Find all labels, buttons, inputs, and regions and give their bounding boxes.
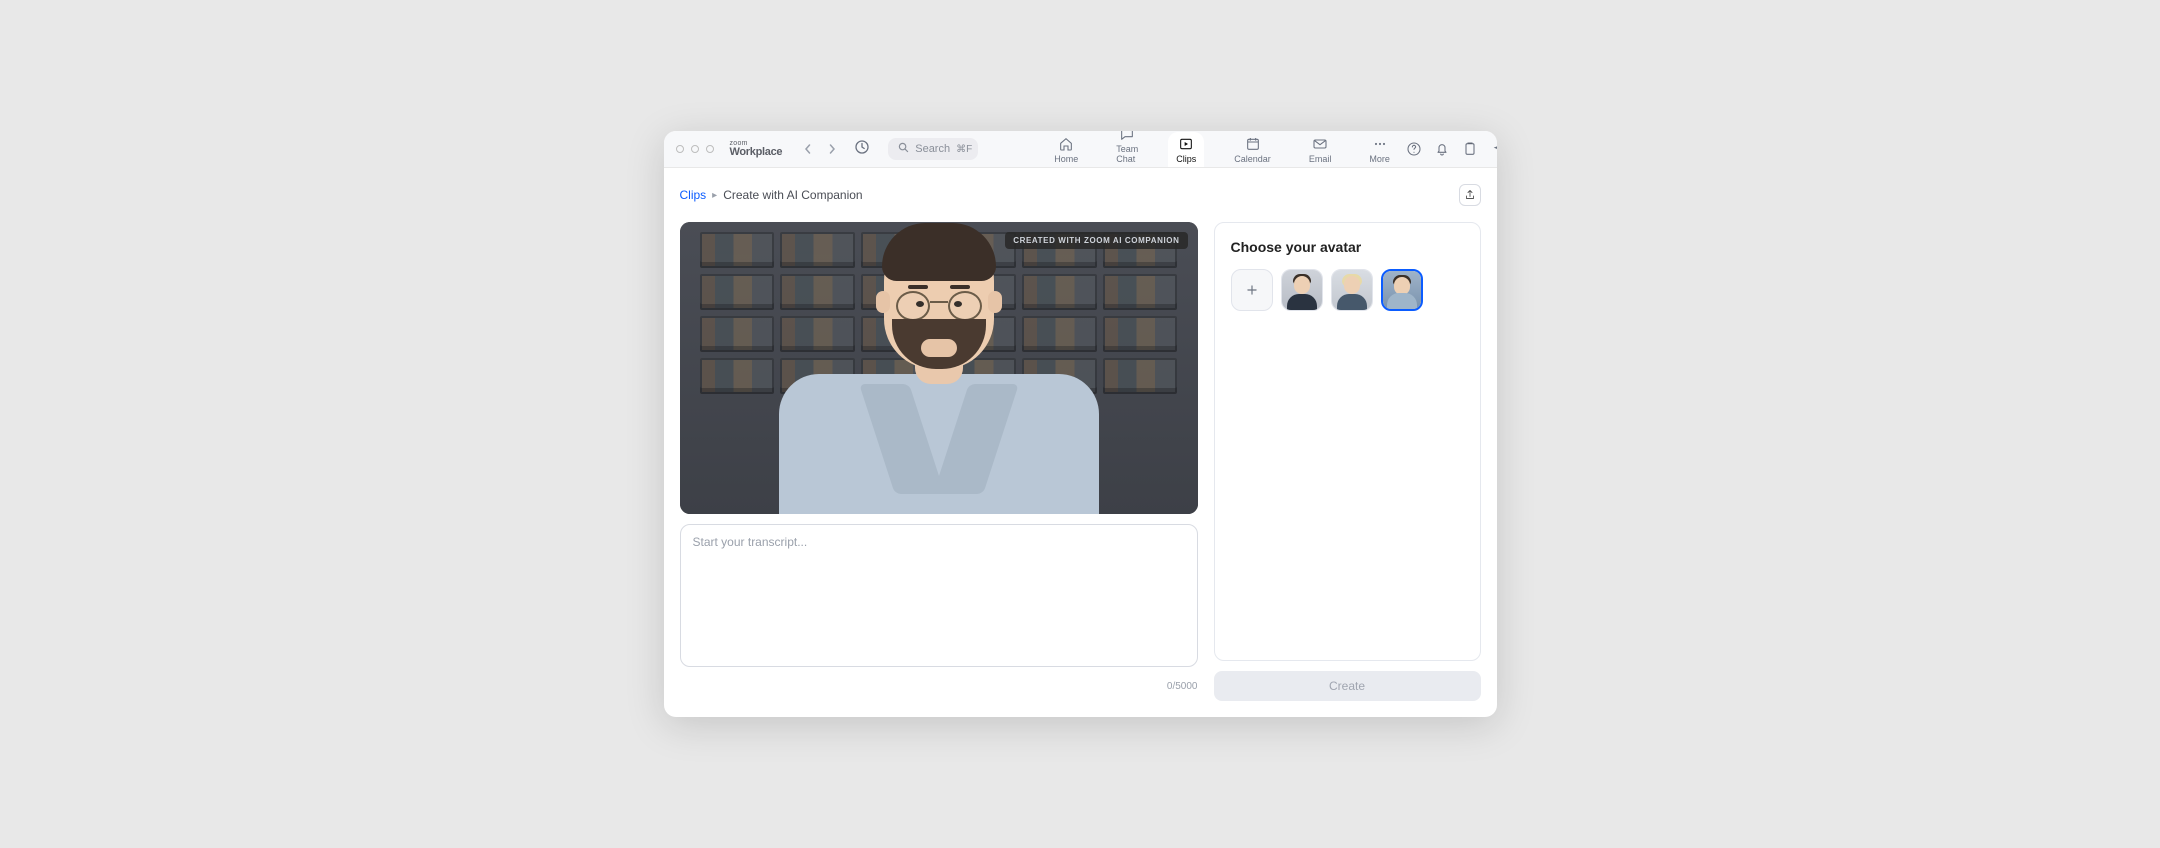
avatar-ear [988, 291, 1002, 313]
nav-label: Clips [1176, 154, 1196, 164]
search-shortcut: ⌘F [956, 144, 972, 155]
sparkle-icon [1490, 141, 1497, 157]
clipboard-button[interactable] [1462, 141, 1478, 157]
avatar-head [884, 229, 994, 369]
nav-arrows [800, 141, 840, 157]
search-placeholder: Search [915, 143, 950, 155]
history-button[interactable] [854, 139, 870, 160]
avatar-hair [882, 223, 996, 281]
avatar-thumb [1383, 271, 1421, 309]
preview-scene [680, 222, 1198, 514]
transcript-char-count: 0/5000 [680, 681, 1198, 692]
avatar-brow [908, 285, 928, 289]
breadcrumb-current: Create with AI Companion [723, 188, 862, 202]
avatar-grid [1231, 269, 1464, 311]
avatar-torso [779, 374, 1099, 514]
share-icon [1464, 189, 1476, 201]
titlebar: zoom Workplace Search ⌘F Home [664, 131, 1497, 168]
share-button[interactable] [1459, 184, 1481, 206]
nav-tab-calendar[interactable]: Calendar [1226, 132, 1279, 167]
traffic-close[interactable] [676, 145, 684, 153]
nav-tab-team-chat[interactable]: 5 Team Chat [1108, 131, 1146, 167]
create-button-label: Create [1329, 679, 1365, 693]
avatar-ear [876, 291, 890, 313]
chat-icon [1119, 131, 1135, 142]
nav-label: Team Chat [1116, 144, 1138, 164]
notifications-button[interactable] [1434, 141, 1450, 157]
search-icon [898, 140, 909, 158]
traffic-minimize[interactable] [691, 145, 699, 153]
home-icon [1058, 136, 1074, 152]
avatar-glasses [896, 291, 982, 321]
plus-icon [1245, 283, 1259, 297]
more-icon [1372, 136, 1388, 152]
nav-tab-home[interactable]: Home [1046, 132, 1086, 167]
nav-tab-email[interactable]: Email [1301, 132, 1340, 167]
email-icon [1312, 136, 1328, 152]
avatar-thumb [1282, 270, 1322, 310]
avatar-panel-title: Choose your avatar [1231, 239, 1464, 255]
ai-companion-button[interactable] [1490, 141, 1497, 157]
traffic-maximize[interactable] [706, 145, 714, 153]
brand-logo: zoom Workplace [730, 140, 783, 158]
chevron-left-icon [803, 144, 813, 154]
breadcrumb-clips-link[interactable]: Clips [680, 188, 707, 202]
nav-forward-button[interactable] [824, 141, 840, 157]
avatar-option-1[interactable] [1281, 269, 1323, 311]
create-button[interactable]: Create [1214, 671, 1481, 701]
breadcrumb: Clips ▸ Create with AI Companion [680, 184, 1481, 206]
nav-tab-more[interactable]: More [1361, 132, 1398, 167]
avatar-option-2[interactable] [1331, 269, 1373, 311]
add-avatar-button[interactable] [1231, 269, 1273, 311]
window-controls [676, 145, 714, 153]
breadcrumb-separator: ▸ [712, 190, 717, 201]
avatar-option-3[interactable] [1381, 269, 1423, 311]
calendar-icon [1245, 136, 1261, 152]
right-column: Choose your avatar [1214, 222, 1481, 701]
help-button[interactable] [1406, 141, 1422, 157]
history-icon [854, 139, 870, 155]
nav-label: Home [1054, 154, 1078, 164]
search-box[interactable]: Search ⌘F [888, 138, 978, 160]
titlebar-right [1406, 139, 1497, 159]
avatar-preview: CREATED WITH ZOOM AI COMPANION [680, 222, 1198, 514]
clipboard-icon [1462, 141, 1478, 157]
brand-bottom: Workplace [730, 147, 783, 158]
help-icon [1406, 141, 1422, 157]
avatar-brow [950, 285, 970, 289]
nav-tab-clips[interactable]: Clips [1168, 132, 1204, 167]
avatar-panel: Choose your avatar [1214, 222, 1481, 661]
nav-label: Calendar [1234, 154, 1271, 164]
transcript-input[interactable] [680, 524, 1198, 667]
nav-tabs: Home 5 Team Chat Clips Calendar Email [1046, 131, 1398, 167]
left-column: CREATED WITH ZOOM AI COMPANION 0/5000 [680, 222, 1198, 701]
avatar-thumb [1332, 270, 1372, 310]
main-row: CREATED WITH ZOOM AI COMPANION 0/5000 Ch… [680, 222, 1481, 701]
nav-label: More [1369, 154, 1390, 164]
nav-back-button[interactable] [800, 141, 816, 157]
content-area: Clips ▸ Create with AI Companion [664, 168, 1497, 717]
nav-label: Email [1309, 154, 1332, 164]
clips-icon [1178, 136, 1194, 152]
chevron-right-icon [827, 144, 837, 154]
preview-watermark: CREATED WITH ZOOM AI COMPANION [1005, 232, 1187, 249]
app-window: zoom Workplace Search ⌘F Home [664, 131, 1497, 717]
bell-icon [1434, 141, 1450, 157]
